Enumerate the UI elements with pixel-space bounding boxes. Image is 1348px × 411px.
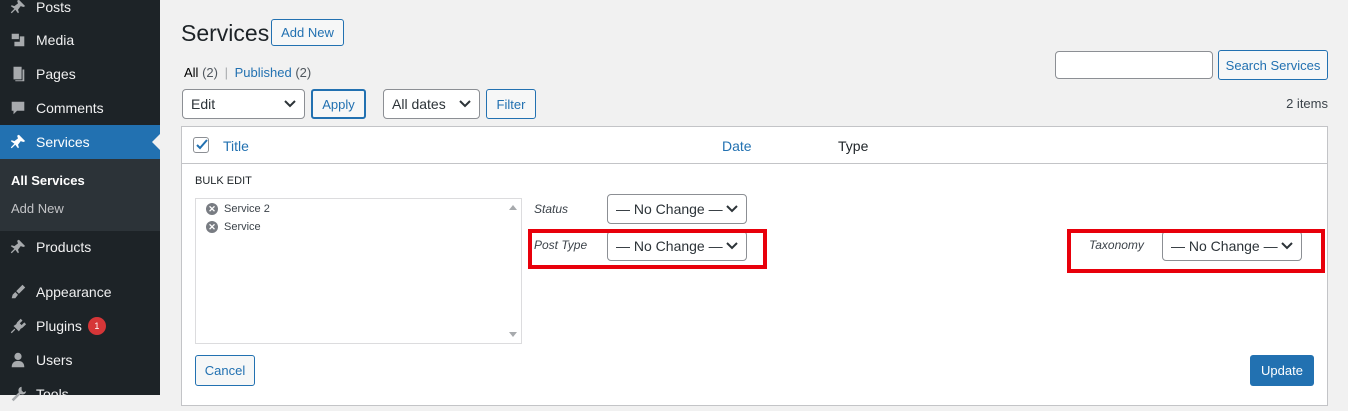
post-type-value: — No Change — xyxy=(616,238,723,254)
pin-icon xyxy=(0,238,36,256)
bulk-action-select[interactable]: Edit xyxy=(182,89,305,119)
header-divider xyxy=(182,163,1327,164)
update-button[interactable]: Update xyxy=(1250,355,1314,386)
media-icon xyxy=(0,31,36,49)
bulk-action-value: Edit xyxy=(191,96,216,112)
column-type: Type xyxy=(838,138,869,154)
taxonomy-select[interactable]: — No Change — xyxy=(1162,231,1302,261)
menu-comments[interactable]: Comments xyxy=(0,91,160,125)
filter-all-count: (2) xyxy=(202,65,218,80)
menu-label: Services xyxy=(36,134,90,150)
post-type-label: Post Type xyxy=(534,238,588,252)
services-submenu: All Services Add New xyxy=(0,159,160,231)
remove-icon[interactable]: ✕ xyxy=(206,221,218,233)
submenu-add-new[interactable]: Add New xyxy=(11,201,64,216)
admin-sidebar: Posts Media Pages Comments Services All … xyxy=(0,0,160,402)
apply-button[interactable]: Apply xyxy=(311,89,366,119)
taxonomy-label: Taxonomy xyxy=(1089,238,1144,252)
filter-button[interactable]: Filter xyxy=(486,89,536,119)
status-label: Status xyxy=(534,202,569,216)
submenu-all-services[interactable]: All Services xyxy=(11,173,85,188)
chevron-down-icon xyxy=(284,100,296,108)
menu-label: Users xyxy=(36,352,73,368)
menu-pages[interactable]: Pages xyxy=(0,57,160,91)
bulk-edit-title-list[interactable]: ✕ Service 2 ✕ Service xyxy=(195,198,522,344)
filter-all[interactable]: All xyxy=(184,65,198,80)
menu-label: Appearance xyxy=(36,284,112,300)
checkmark-icon xyxy=(196,139,208,150)
active-arrow xyxy=(152,134,160,150)
status-select[interactable]: — No Change — xyxy=(607,194,747,224)
plugin-icon xyxy=(0,317,36,335)
add-new-button[interactable]: Add New xyxy=(271,19,344,46)
chevron-down-icon xyxy=(459,100,471,108)
search-services-button[interactable]: Search Services xyxy=(1218,50,1328,80)
menu-appearance[interactable]: Appearance xyxy=(0,275,160,309)
menu-label: Plugins xyxy=(36,318,82,334)
select-all-checkbox[interactable] xyxy=(193,137,209,153)
filter-published[interactable]: Published xyxy=(235,65,292,80)
post-type-select[interactable]: — No Change — xyxy=(607,231,747,261)
menu-label: Pages xyxy=(36,66,76,82)
scroll-up-arrow[interactable] xyxy=(509,205,517,210)
menu-plugins[interactable]: Plugins 1 xyxy=(0,309,160,343)
chevron-down-icon xyxy=(726,205,738,213)
menu-label: Tools xyxy=(36,386,69,402)
status-filters: All (2) | Published (2) xyxy=(184,65,311,80)
page-title: Services xyxy=(181,20,270,46)
menu-products[interactable]: Products xyxy=(0,230,160,264)
filter-separator: | xyxy=(224,65,228,80)
list-item: ✕ Service xyxy=(206,221,261,233)
tools-icon xyxy=(0,385,36,403)
pin-icon xyxy=(0,133,36,151)
column-title[interactable]: Title xyxy=(223,138,249,154)
pin-icon xyxy=(0,0,36,16)
status-value: — No Change — xyxy=(616,201,723,217)
services-table: Title Date Type BULK EDIT ✕ Service 2 ✕ … xyxy=(181,126,1328,406)
update-count-badge: 1 xyxy=(87,317,106,335)
menu-label: Posts xyxy=(36,0,72,15)
comment-icon xyxy=(0,99,36,117)
chevron-down-icon xyxy=(1281,242,1293,250)
menu-services[interactable]: Services xyxy=(0,125,160,159)
brush-icon xyxy=(0,283,36,301)
menu-media[interactable]: Media xyxy=(0,23,160,57)
column-date[interactable]: Date xyxy=(722,138,752,154)
user-icon xyxy=(0,351,36,369)
dates-value: All dates xyxy=(392,96,446,112)
items-count: 2 items xyxy=(1286,96,1328,111)
list-item: ✕ Service 2 xyxy=(206,203,270,215)
scroll-down-arrow[interactable] xyxy=(509,332,517,337)
pages-icon xyxy=(0,65,36,83)
remove-icon[interactable]: ✕ xyxy=(206,203,218,215)
dates-select[interactable]: All dates xyxy=(383,89,480,119)
bulk-edit-heading: BULK EDIT xyxy=(195,175,252,187)
cancel-button[interactable]: Cancel xyxy=(195,355,255,386)
menu-tools[interactable]: Tools xyxy=(0,377,160,411)
menu-posts[interactable]: Posts xyxy=(0,0,160,24)
menu-users[interactable]: Users xyxy=(0,343,160,377)
list-item-label: Service xyxy=(224,221,261,233)
menu-label: Products xyxy=(36,239,92,255)
menu-label: Media xyxy=(36,32,75,48)
taxonomy-value: — No Change — xyxy=(1171,238,1278,254)
filter-published-count: (2) xyxy=(295,65,312,80)
list-item-label: Service 2 xyxy=(224,203,270,215)
chevron-down-icon xyxy=(726,242,738,250)
search-input[interactable] xyxy=(1055,51,1213,79)
menu-label: Comments xyxy=(36,100,104,116)
